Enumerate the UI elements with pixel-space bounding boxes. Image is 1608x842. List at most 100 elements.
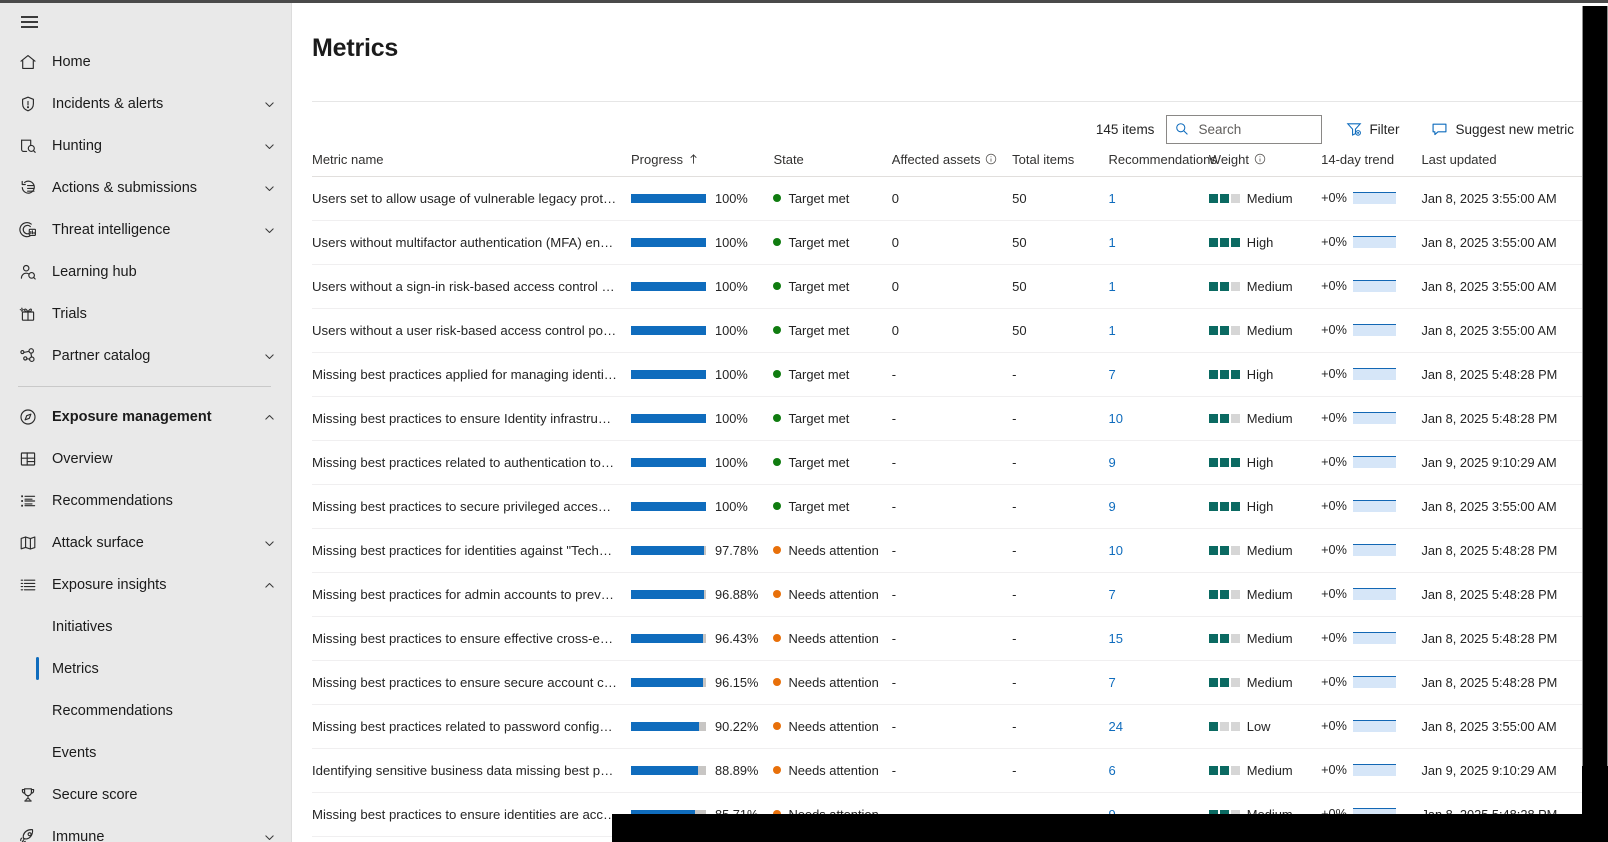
sidebar-item-exposure-insights[interactable]: Exposure insights xyxy=(0,564,291,606)
cell-metric-name[interactable]: Missing best practices for identities ag… xyxy=(312,528,631,572)
cell-metric-name[interactable]: Missing best practices to ensure secure … xyxy=(312,660,631,704)
cell-metric-name[interactable]: Users without a sign-in risk-based acces… xyxy=(312,264,631,308)
cell-recommendations[interactable]: 1 xyxy=(1108,308,1208,352)
column-header-name[interactable]: Metric name xyxy=(312,146,631,177)
metric-name-link[interactable]: Missing best practices for identities ag… xyxy=(312,543,631,558)
cell-metric-name[interactable]: Missing best practices related to passwo… xyxy=(312,704,631,748)
metric-name-link[interactable]: Missing best practices related to authen… xyxy=(312,455,631,470)
cell-recommendations[interactable]: 7 xyxy=(1108,660,1208,704)
info-icon[interactable] xyxy=(1254,153,1266,165)
recommendations-link[interactable]: 9 xyxy=(1108,455,1115,470)
table-row[interactable]: Missing best practices related to authen… xyxy=(312,440,1582,484)
filter-button[interactable]: Filter xyxy=(1338,114,1407,144)
scrollbar-thumb[interactable] xyxy=(1582,6,1608,766)
search-box[interactable] xyxy=(1166,115,1322,144)
suggest-new-metric-button[interactable]: Suggest new metric xyxy=(1423,114,1582,144)
cell-metric-name[interactable]: Missing best practices applied for manag… xyxy=(312,352,631,396)
recommendations-link[interactable]: 15 xyxy=(1108,631,1122,646)
table-row[interactable]: Users set to allow usage of vulnerable l… xyxy=(312,176,1582,220)
chevron-down-icon[interactable] xyxy=(261,222,277,238)
sidebar-item-learning-hub[interactable]: Learning hub xyxy=(0,251,291,293)
sidebar-item-overview[interactable]: Overview xyxy=(0,438,291,480)
metric-name-link[interactable]: Missing best practices applied for manag… xyxy=(312,367,631,382)
cell-metric-name[interactable]: Missing best practices to secure privile… xyxy=(312,484,631,528)
cell-metric-name[interactable]: Users without a user risk-based access c… xyxy=(312,308,631,352)
metric-name-link[interactable]: Missing best practices to ensure effecti… xyxy=(312,631,631,646)
recommendations-link[interactable]: 9 xyxy=(1108,499,1115,514)
table-row[interactable]: Users without a user risk-based access c… xyxy=(312,308,1582,352)
cell-recommendations[interactable]: 7 xyxy=(1108,572,1208,616)
cell-recommendations[interactable]: 10 xyxy=(1108,396,1208,440)
sidebar-item-recommendations[interactable]: Recommendations xyxy=(0,690,291,732)
table-row[interactable]: Missing best practices to secure privile… xyxy=(312,484,1582,528)
sidebar-item-actions-submissions[interactable]: Actions & submissions xyxy=(0,167,291,209)
metric-name-link[interactable]: Identifying sensitive business data miss… xyxy=(312,763,631,778)
cell-recommendations[interactable]: 9 xyxy=(1108,440,1208,484)
table-row[interactable]: Missing best practices to ensure Identit… xyxy=(312,396,1582,440)
chevron-down-icon[interactable] xyxy=(261,138,277,154)
column-header-weight[interactable]: Weight xyxy=(1209,146,1321,177)
sidebar-item-immune[interactable]: Immune xyxy=(0,816,291,842)
chevron-down-icon[interactable] xyxy=(261,180,277,196)
metric-name-link[interactable]: Missing best practices to ensure secure … xyxy=(312,675,631,690)
column-header-trend[interactable]: 14-day trend xyxy=(1321,146,1421,177)
info-icon[interactable] xyxy=(985,153,997,165)
sidebar-item-incidents-alerts[interactable]: Incidents & alerts xyxy=(0,83,291,125)
chevron-down-icon[interactable] xyxy=(261,535,277,551)
recommendations-link[interactable]: 24 xyxy=(1108,719,1122,734)
sidebar-item-metrics[interactable]: Metrics xyxy=(0,648,291,690)
recommendations-link[interactable]: 7 xyxy=(1108,367,1115,382)
metric-name-link[interactable]: Users without multifactor authentication… xyxy=(312,235,631,250)
column-header-updated[interactable]: Last updated xyxy=(1421,146,1582,177)
cell-metric-name[interactable]: Missing best practices to ensure effecti… xyxy=(312,616,631,660)
cell-metric-name[interactable]: Missing best practices to ensure identit… xyxy=(312,792,631,836)
cell-recommendations[interactable]: 1 xyxy=(1108,264,1208,308)
metric-name-link[interactable]: Users without a sign-in risk-based acces… xyxy=(312,279,631,294)
recommendations-link[interactable]: 10 xyxy=(1108,543,1122,558)
sidebar-item-trials[interactable]: Trials xyxy=(0,293,291,335)
sidebar-item-threat-intelligence[interactable]: Threat intelligence xyxy=(0,209,291,251)
column-header-progress[interactable]: Progress xyxy=(631,146,773,177)
metric-name-link[interactable]: Missing best practices to secure privile… xyxy=(312,499,631,514)
recommendations-link[interactable]: 1 xyxy=(1108,323,1115,338)
sidebar-item-initiatives[interactable]: Initiatives xyxy=(0,606,291,648)
sidebar-item-secure-score[interactable]: Secure score xyxy=(0,774,291,816)
sidebar-item-exposure-management[interactable]: Exposure management xyxy=(0,396,291,438)
recommendations-link[interactable]: 6 xyxy=(1108,763,1115,778)
sidebar-item-attack-surface[interactable]: Attack surface xyxy=(0,522,291,564)
recommendations-link[interactable]: 7 xyxy=(1108,587,1115,602)
recommendations-link[interactable]: 1 xyxy=(1108,191,1115,206)
column-header-total[interactable]: Total items xyxy=(1012,146,1108,177)
cell-recommendations[interactable]: 1 xyxy=(1108,176,1208,220)
table-row[interactable]: Missing best practices applied for manag… xyxy=(312,352,1582,396)
sidebar-item-recommendations[interactable]: Recommendations xyxy=(0,480,291,522)
cell-metric-name[interactable]: Users set to allow usage of vulnerable l… xyxy=(312,176,631,220)
chevron-down-icon[interactable] xyxy=(261,96,277,112)
cell-recommendations[interactable]: 7 xyxy=(1108,352,1208,396)
sidebar-item-events[interactable]: Events xyxy=(0,732,291,774)
column-header-state[interactable]: State xyxy=(773,146,891,177)
cell-recommendations[interactable]: 15 xyxy=(1108,616,1208,660)
cell-metric-name[interactable]: Identifying sensitive business data miss… xyxy=(312,748,631,792)
column-header-recs[interactable]: Recommendations xyxy=(1108,146,1208,177)
metric-name-link[interactable]: Users set to allow usage of vulnerable l… xyxy=(312,191,631,206)
cell-recommendations[interactable]: 1 xyxy=(1108,220,1208,264)
sidebar-item-home[interactable]: Home xyxy=(0,41,291,83)
cell-metric-name[interactable]: Missing best practices related to authen… xyxy=(312,440,631,484)
table-row[interactable]: Users without multifactor authentication… xyxy=(312,220,1582,264)
cell-recommendations[interactable]: 10 xyxy=(1108,528,1208,572)
sidebar-item-partner-catalog[interactable]: Partner catalog xyxy=(0,335,291,377)
sidebar-item-hunting[interactable]: Hunting xyxy=(0,125,291,167)
cell-recommendations[interactable]: 24 xyxy=(1108,704,1208,748)
recommendations-link[interactable]: 10 xyxy=(1108,411,1122,426)
search-input[interactable] xyxy=(1196,121,1313,138)
recommendations-link[interactable]: 1 xyxy=(1108,279,1115,294)
metric-name-link[interactable]: Missing best practices to ensure Identit… xyxy=(312,411,631,426)
metric-name-link[interactable]: Missing best practices to ensure identit… xyxy=(312,807,631,822)
table-row[interactable]: Missing best practices to ensure effecti… xyxy=(312,616,1582,660)
metric-name-link[interactable]: Missing best practices for admin account… xyxy=(312,587,631,602)
table-row[interactable]: Missing best practices for admin account… xyxy=(312,572,1582,616)
table-row[interactable]: Identifying sensitive business data miss… xyxy=(312,748,1582,792)
cell-metric-name[interactable]: Users without multifactor authentication… xyxy=(312,220,631,264)
cell-metric-name[interactable]: Missing best practices to ensure Identit… xyxy=(312,396,631,440)
